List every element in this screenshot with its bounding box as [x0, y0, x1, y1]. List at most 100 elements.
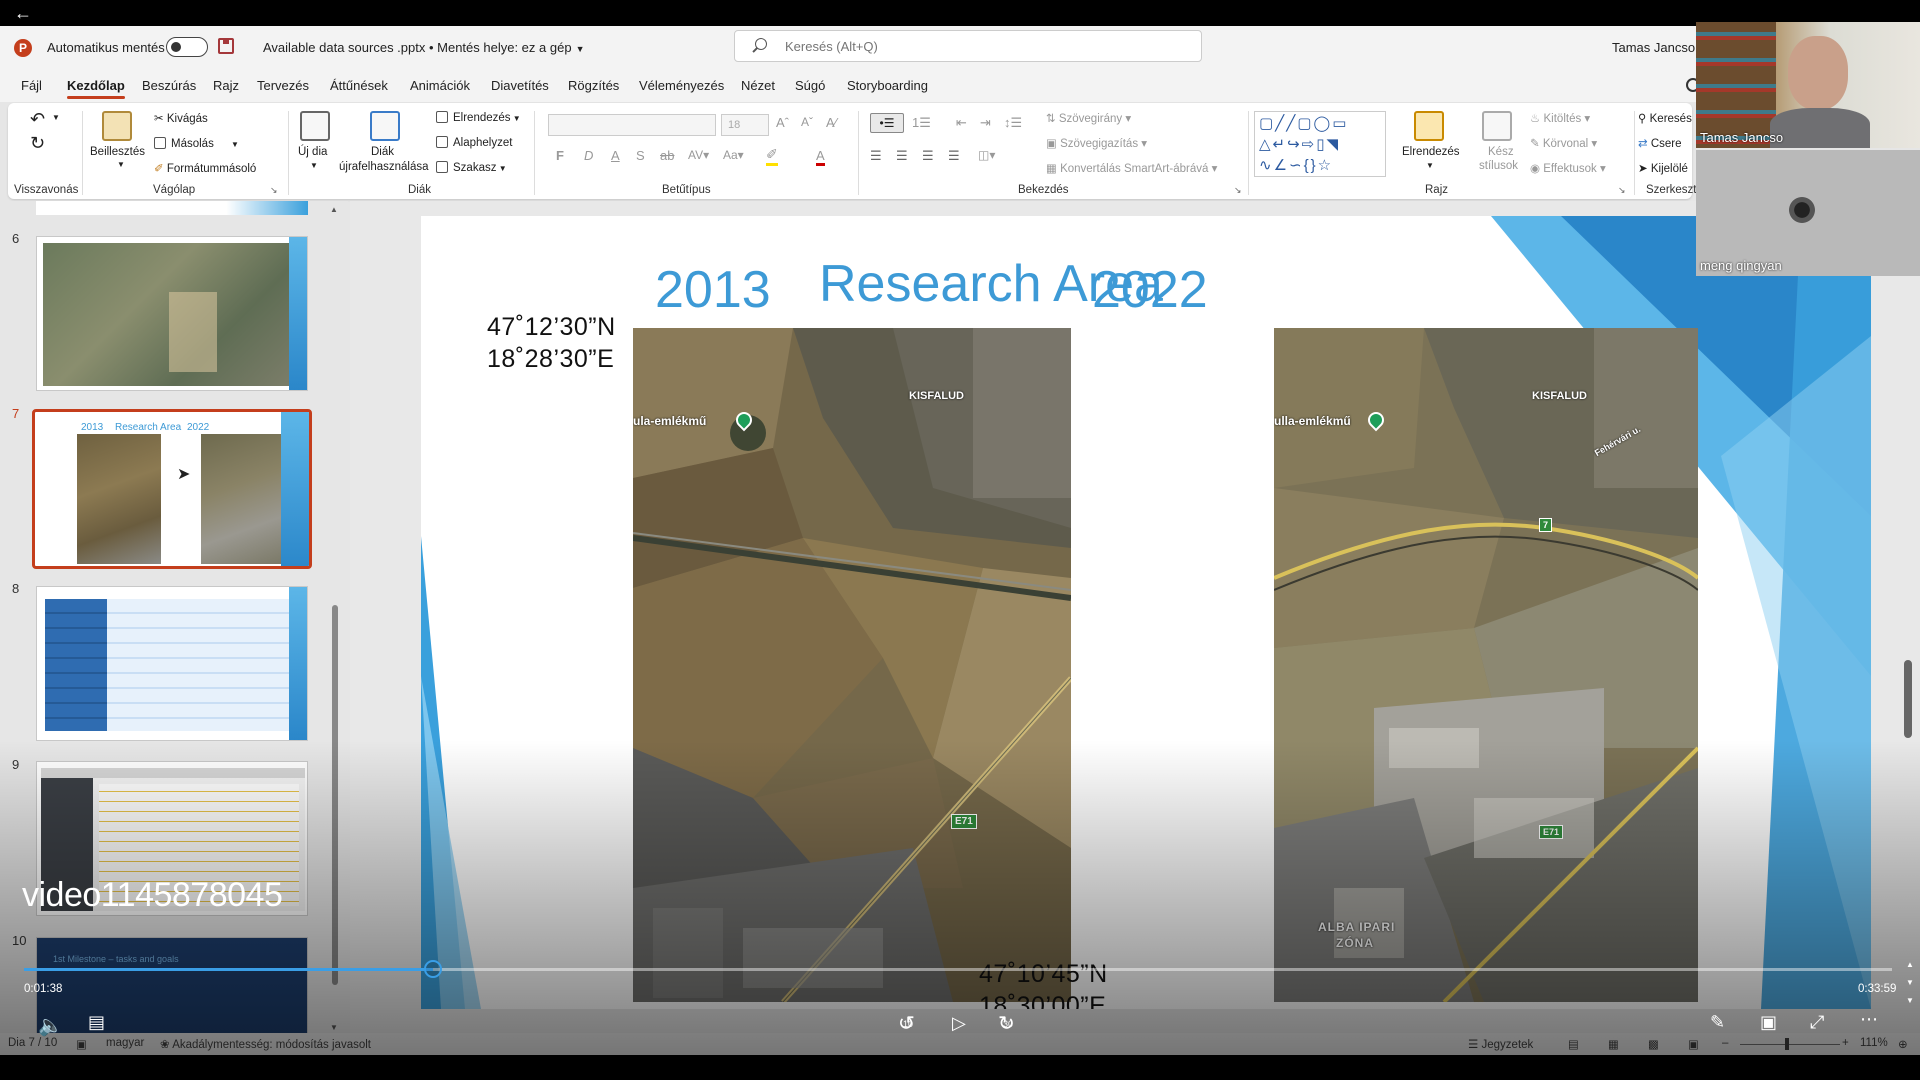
slide-thumbnail-10[interactable]: 1st Milestone – tasks and goals — [36, 937, 308, 1043]
more-options-icon[interactable]: ⋯ — [1860, 1009, 1878, 1030]
justify-icon[interactable]: ☰ — [948, 148, 960, 164]
arrange-icon[interactable] — [1414, 111, 1444, 141]
zoom-slider-thumb[interactable] — [1785, 1038, 1789, 1050]
slide-thumbnail-7[interactable]: 2013 Research Area 2022 ➤ — [32, 409, 312, 569]
scroll-down-icon[interactable]: ▼ — [1906, 978, 1914, 987]
align-text-button[interactable]: ▣ Szövegigazítás ▾ — [1046, 136, 1147, 150]
copy-button[interactable]: Másolás ▼ — [154, 137, 239, 150]
slide-7[interactable]: 2013 Research Area 2022 47˚12’30”N 18˚28… — [421, 216, 1871, 1009]
participant-video-tile[interactable]: meng qingyan — [1696, 150, 1920, 276]
tab-insert[interactable]: Beszúrás — [142, 78, 196, 93]
arrange-button[interactable]: Elrendezés — [1402, 146, 1460, 158]
bold-icon[interactable]: F — [556, 148, 564, 163]
tab-slideshow[interactable]: Diavetítés — [491, 78, 549, 93]
reset-button[interactable]: Alaphelyzet — [436, 136, 512, 149]
font-color-icon[interactable]: A — [816, 148, 825, 166]
canvas-scrollbar-thumb[interactable] — [1904, 660, 1912, 738]
bullets-icon[interactable]: •☰ — [870, 113, 904, 133]
align-right-icon[interactable]: ☰ — [922, 148, 934, 164]
highlight-icon[interactable]: ✐ — [766, 146, 778, 166]
slide-sorter-icon[interactable]: ▦ — [1608, 1037, 1619, 1051]
tab-help[interactable]: Súgó — [795, 78, 825, 93]
picture-in-picture-icon[interactable]: ▣ — [1760, 1012, 1777, 1033]
new-slide-dropdown-icon[interactable]: ▼ — [310, 161, 318, 170]
paste-button[interactable]: Beillesztés — [90, 146, 145, 158]
captions-icon[interactable]: ▤ — [88, 1012, 105, 1033]
scroll-up-icon[interactable]: ▲ — [330, 205, 338, 214]
zoom-in-icon[interactable]: + — [1842, 1037, 1849, 1049]
dialog-launcher-icon[interactable]: ↘ — [1234, 185, 1242, 196]
tab-transitions[interactable]: Áttűnések — [330, 78, 388, 93]
format-painter-button[interactable]: ✐ Formátummásoló — [154, 161, 256, 175]
quick-styles-icon[interactable] — [1482, 111, 1512, 141]
language[interactable]: magyar — [106, 1037, 144, 1049]
italic-icon[interactable]: D — [584, 148, 593, 163]
shape-fill-button[interactable]: ♨ Kitöltés ▾ — [1530, 111, 1590, 125]
select-button[interactable]: ➤ Kijelölé — [1638, 161, 1688, 175]
volume-icon[interactable]: 🔈 — [38, 1013, 63, 1038]
notes-button[interactable]: ☰ Jegyzetek — [1468, 1037, 1533, 1051]
play-icon[interactable]: ▷ — [952, 1013, 966, 1034]
tab-review[interactable]: Véleményezés — [639, 78, 724, 93]
arrow-left-icon[interactable]: ← — [14, 3, 32, 23]
thumbnail-scrollbar[interactable]: ▲ ▼ — [330, 205, 340, 1035]
arrange-dropdown-icon[interactable]: ▼ — [1426, 161, 1434, 170]
search-input[interactable] — [785, 37, 1185, 55]
shadow-icon[interactable]: S — [636, 148, 645, 163]
shape-effects-button[interactable]: ◉ Effektusok ▾ — [1530, 161, 1606, 175]
forward-icon[interactable]: ↻ 30 — [998, 1011, 1015, 1036]
align-center-icon[interactable]: ☰ — [896, 148, 908, 164]
tab-view[interactable]: Nézet — [741, 78, 775, 93]
tab-draw[interactable]: Rajz — [213, 78, 239, 93]
autosave-toggle[interactable] — [166, 37, 208, 57]
participant-video-tile[interactable]: Tamas Jancso — [1696, 22, 1920, 148]
undo-icon[interactable]: ↶ — [30, 109, 45, 130]
find-button[interactable]: ⚲ Keresés — [1638, 111, 1692, 125]
thumbnail-partial[interactable] — [36, 201, 308, 215]
reuse-slides-label2[interactable]: újrafelhasználása — [339, 161, 429, 173]
font-family-select[interactable] — [548, 114, 716, 136]
zoom-slider[interactable] — [1740, 1044, 1840, 1045]
font-size-select[interactable]: 18 — [721, 114, 769, 136]
shapes-gallery[interactable]: ▢╱╱▢◯▭ △↵↪⇨▯◥ ∿∠∽{}☆ — [1254, 111, 1386, 177]
underline-icon[interactable]: A — [611, 148, 620, 163]
shrink-font-icon[interactable]: Aˇ — [801, 115, 813, 129]
clear-formatting-icon[interactable]: A∕ — [826, 115, 837, 130]
zoom-out-icon[interactable]: – — [1722, 1037, 1728, 1049]
pen-icon[interactable]: ✎ — [1710, 1012, 1725, 1033]
smartart-button[interactable]: ▦ Konvertálás SmartArt-ábrává ▾ — [1046, 161, 1217, 175]
rewind-icon[interactable]: ↺ 10 — [898, 1011, 915, 1036]
user-name[interactable]: Tamas Jancso — [1612, 40, 1695, 55]
change-case-icon[interactable]: Aa▾ — [723, 148, 744, 162]
tab-record[interactable]: Rögzítés — [568, 78, 619, 93]
spellcheck-icon[interactable]: ▣ — [76, 1037, 87, 1051]
numbering-icon[interactable]: 1☰ — [912, 115, 931, 131]
document-title[interactable]: Available data sources .pptx • Mentés he… — [263, 40, 584, 55]
undo-dropdown-icon[interactable]: ▼ — [52, 113, 60, 122]
slideshow-icon[interactable]: ▣ — [1688, 1037, 1699, 1051]
line-spacing-icon[interactable]: ↕☰ — [1004, 115, 1022, 131]
zoom-level[interactable]: 111% — [1860, 1037, 1888, 1049]
slide-thumbnail-8[interactable] — [36, 586, 308, 741]
align-left-icon[interactable]: ☰ — [870, 148, 882, 164]
strikethrough-icon[interactable]: ab — [660, 148, 674, 163]
reuse-slides-icon[interactable] — [370, 111, 400, 141]
video-progress-bar[interactable] — [24, 968, 1892, 971]
increase-indent-icon[interactable]: ⇥ — [980, 115, 991, 131]
scrollbar-thumb[interactable] — [332, 605, 338, 985]
dialog-launcher-icon[interactable]: ↘ — [270, 185, 278, 196]
replace-button[interactable]: ⇄ Csere — [1638, 136, 1682, 150]
grow-font-icon[interactable]: Aˆ — [776, 115, 789, 130]
tab-storyboarding[interactable]: Storyboarding — [847, 78, 928, 93]
redo-icon[interactable]: ↻ — [30, 133, 45, 154]
slide-thumbnail-6[interactable] — [36, 236, 308, 391]
decrease-indent-icon[interactable]: ⇤ — [956, 115, 967, 131]
dialog-launcher-icon[interactable]: ↘ — [1618, 185, 1626, 196]
search-box[interactable] — [734, 30, 1202, 62]
normal-view-icon[interactable]: ▤ — [1568, 1037, 1579, 1051]
columns-icon[interactable]: ◫▾ — [978, 148, 995, 162]
quick-styles-button[interactable]: Kész — [1488, 146, 1514, 158]
quick-styles-label2[interactable]: stílusok — [1479, 160, 1518, 172]
new-slide-icon[interactable] — [300, 111, 330, 141]
video-progress-knob[interactable] — [424, 960, 443, 978]
